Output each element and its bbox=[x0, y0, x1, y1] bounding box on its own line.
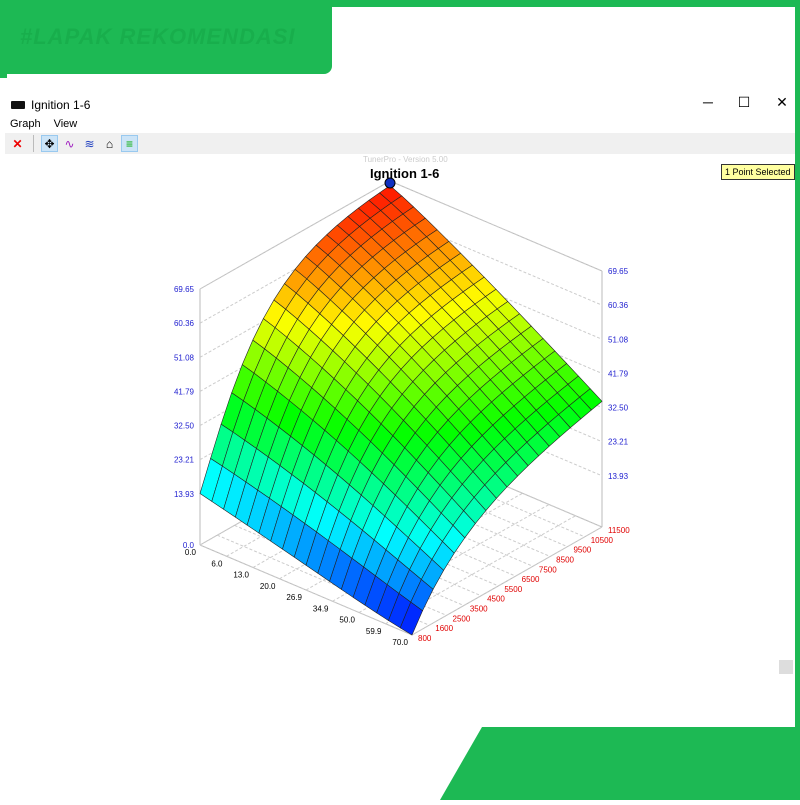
y-tick-label: 11500 bbox=[608, 526, 630, 535]
y-tick-label: 9500 bbox=[573, 546, 591, 555]
z-tick-label-right: 32.50 bbox=[608, 404, 629, 413]
z-tick-label-right: 69.65 bbox=[608, 267, 629, 276]
y-tick-label: 8500 bbox=[556, 555, 574, 564]
z-tick-label-right: 41.79 bbox=[608, 369, 629, 378]
y-tick-label: 800 bbox=[418, 634, 432, 643]
z-tick-label-left: 41.79 bbox=[174, 387, 195, 396]
x-tick-label: 50.0 bbox=[339, 616, 355, 625]
scroll-handle[interactable] bbox=[779, 660, 793, 674]
y-tick-label: 10500 bbox=[591, 536, 614, 545]
y-tick-label: 1600 bbox=[435, 624, 453, 633]
z-tick-label-left: 13.93 bbox=[174, 490, 195, 499]
y-tick-label: 5500 bbox=[504, 585, 522, 594]
z-tick-label-right: 51.08 bbox=[608, 335, 629, 344]
y-tick-label: 2500 bbox=[453, 614, 471, 623]
x-tick-label: 34.9 bbox=[313, 604, 329, 613]
x-tick-label: 70.0 bbox=[392, 638, 408, 647]
surface-chart[interactable]: 0.0 13.93 23.21 32.50 41.79 51.08 60.36 69.65 13… bbox=[0, 0, 800, 800]
z-tick-label-left: 69.65 bbox=[174, 285, 195, 294]
z-tick-label-right: 23.21 bbox=[608, 438, 629, 447]
x-tick-label: 20.0 bbox=[260, 582, 276, 591]
x-tick-label: 6.0 bbox=[211, 559, 223, 568]
x-tick-label: 0.0 bbox=[185, 548, 197, 557]
x-tick-label: 13.0 bbox=[233, 571, 249, 580]
z-tick-label-left: 60.36 bbox=[174, 319, 195, 328]
z-tick-label-right: 60.36 bbox=[608, 301, 629, 310]
z-tick-label-left: 23.21 bbox=[174, 456, 195, 465]
x-tick-label: 59.9 bbox=[366, 627, 382, 636]
y-tick-label: 3500 bbox=[470, 605, 488, 614]
z-tick-label-left: 51.08 bbox=[174, 353, 195, 362]
selected-point-marker bbox=[384, 177, 396, 189]
z-tick-label-right: 13.93 bbox=[608, 472, 629, 481]
y-tick-label: 4500 bbox=[487, 595, 505, 604]
z-tick-label-left: 32.50 bbox=[174, 422, 195, 431]
y-tick-label: 6500 bbox=[522, 575, 540, 584]
x-tick-label: 26.9 bbox=[286, 593, 302, 602]
y-tick-label: 7500 bbox=[539, 565, 557, 574]
